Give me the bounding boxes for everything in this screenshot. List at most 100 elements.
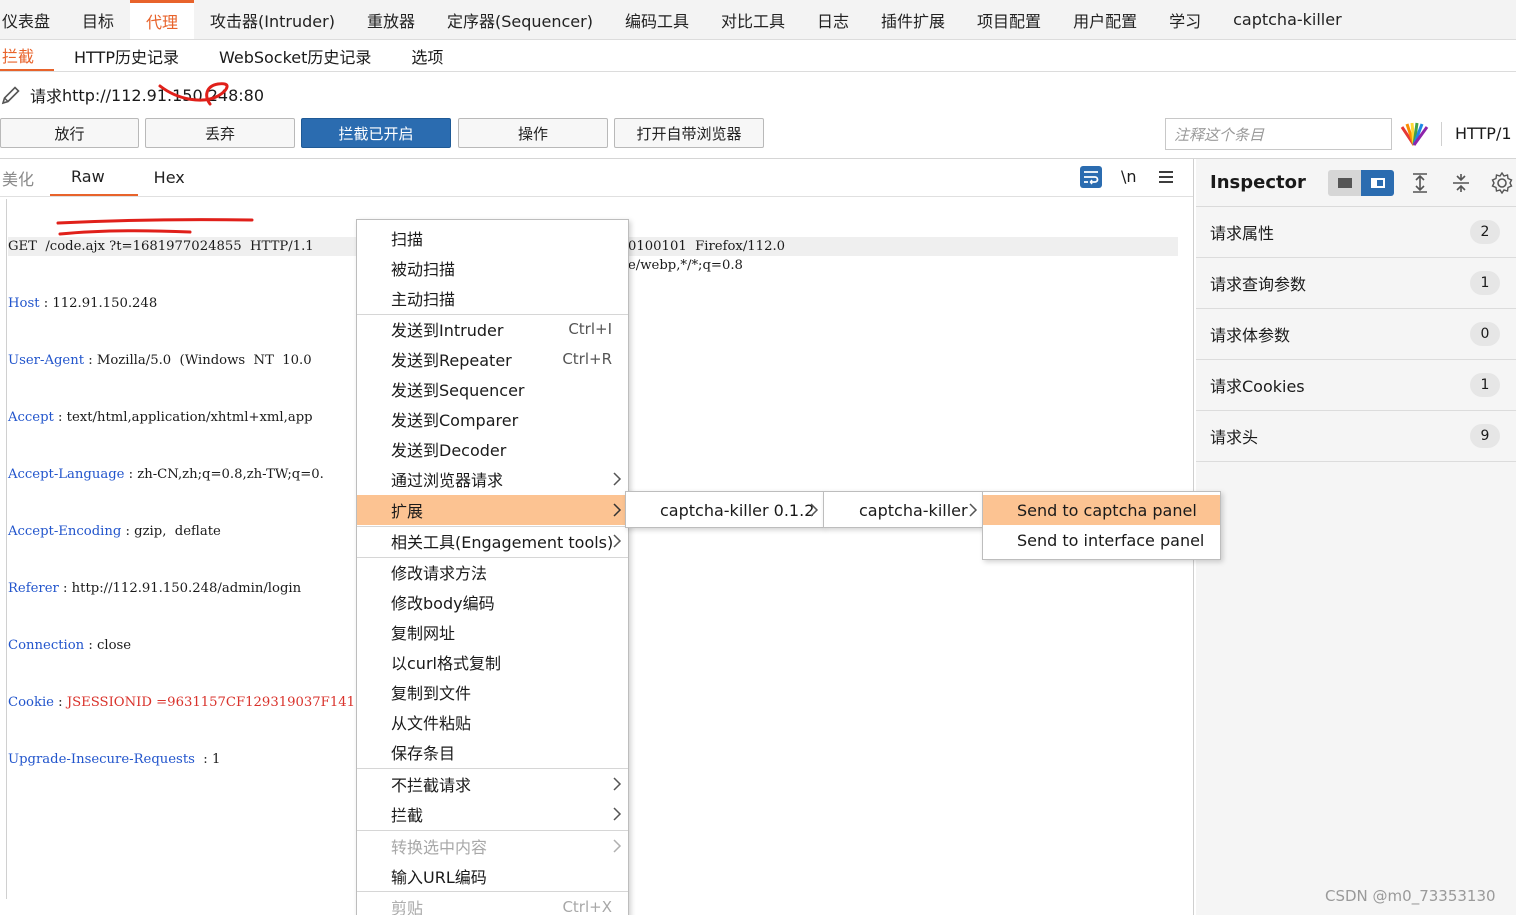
- menu-item-send-to-interface-panel[interactable]: Send to interface panel: [983, 525, 1220, 555]
- drop-button[interactable]: 丢弃: [145, 118, 295, 148]
- gear-icon[interactable]: [1491, 172, 1513, 194]
- menu-item-paste-from-file[interactable]: 从文件粘贴: [357, 707, 628, 737]
- tab-sequencer[interactable]: 定序器(Sequencer): [431, 0, 609, 39]
- raw-overflow-text: 0100101 Firefox/112.0 e/webp,*/*;q=0.8: [628, 239, 786, 273]
- menu-item-send-to-captcha-panel[interactable]: Send to captcha panel: [983, 495, 1220, 525]
- tab-extensions[interactable]: 插件扩展: [865, 0, 961, 39]
- editor-tab-hex[interactable]: Hex: [138, 159, 201, 196]
- expand-all-icon[interactable]: [1410, 172, 1430, 194]
- count-badge: 0: [1470, 322, 1500, 346]
- menu-item-engagement-tools[interactable]: 相关工具(Engagement tools): [357, 526, 628, 556]
- subtab-http-history[interactable]: HTTP历史记录: [54, 40, 199, 71]
- chevron-right-icon: [613, 472, 622, 486]
- inspector-row-cookies[interactable]: 请求Cookies 1: [1196, 360, 1516, 411]
- menu-item-change-body-encoding[interactable]: 修改body编码: [357, 587, 628, 617]
- red-scribble-annotation: [158, 82, 229, 106]
- open-browser-button[interactable]: 打开自带浏览器: [614, 118, 764, 148]
- menu-item-cut[interactable]: 剪贴 Ctrl+X: [357, 892, 628, 915]
- tab-user-options[interactable]: 用户配置: [1057, 0, 1153, 39]
- chevron-right-icon: [969, 503, 978, 517]
- tab-captcha-killer[interactable]: captcha-killer: [1217, 0, 1358, 39]
- menu-item-url-encode-as-typed[interactable]: 输入URL编码: [357, 861, 628, 891]
- captcha-killer-submenu: captcha-killer: [823, 491, 983, 528]
- subtab-options[interactable]: 选项: [391, 40, 463, 71]
- menu-item-request-in-browser[interactable]: 通过浏览器请求: [357, 464, 628, 494]
- action-button[interactable]: 操作: [458, 118, 608, 148]
- tab-decoder[interactable]: 编码工具: [609, 0, 705, 39]
- context-menu: 扫描 被动扫描 主动扫描 发送到Intruder Ctrl+I 发送到Repeat…: [356, 219, 629, 915]
- separator: [1441, 122, 1442, 146]
- intercept-toggle-button[interactable]: 拦截已开启: [301, 118, 451, 148]
- chevron-right-icon: [810, 503, 819, 517]
- subtab-intercept[interactable]: 拦截: [0, 40, 55, 71]
- editor-view-tabs: 美化 Raw Hex: [0, 159, 201, 196]
- red-underline-annotation: [56, 218, 254, 236]
- count-badge: 1: [1470, 271, 1500, 295]
- send-to-panel-submenu: Send to captcha panel Send to interface …: [982, 491, 1221, 560]
- menu-item-passive-scan[interactable]: 被动扫描: [357, 253, 628, 283]
- pencil-icon[interactable]: [0, 84, 22, 106]
- menu-item-send-to-sequencer[interactable]: 发送到Sequencer: [357, 374, 628, 404]
- tab-learn[interactable]: 学习: [1153, 0, 1217, 39]
- menu-item-send-to-intruder[interactable]: 发送到Intruder Ctrl+I: [357, 314, 628, 344]
- tab-logger[interactable]: 日志: [801, 0, 865, 39]
- inspector-row-headers[interactable]: 请求头 9: [1196, 411, 1516, 462]
- menu-item-intercept[interactable]: 拦截: [357, 799, 628, 829]
- tab-dashboard[interactable]: 仪表盘: [0, 0, 66, 39]
- inspector-header: Inspector: [1196, 159, 1516, 207]
- menu-item-save-item[interactable]: 保存条目: [357, 737, 628, 767]
- http-version-label[interactable]: HTTP/1: [1455, 124, 1512, 143]
- proxy-sub-tab-bar: 拦截 HTTP历史记录 WebSocket历史记录 选项: [0, 40, 1516, 72]
- menu-item-extensions[interactable]: 扩展: [357, 495, 628, 525]
- submenu-item-captcha-killer[interactable]: captcha-killer: [824, 495, 982, 525]
- main-tab-bar: 仪表盘 目标 代理 攻击器(Intruder) 重放器 定序器(Sequence…: [0, 0, 1516, 40]
- watermark: CSDN @m0_73353130: [1325, 887, 1496, 905]
- tab-repeater[interactable]: 重放器: [351, 0, 431, 39]
- menu-item-copy-to-file[interactable]: 复制到文件: [357, 677, 628, 707]
- chevron-right-icon: [613, 807, 622, 821]
- chevron-right-icon: [613, 503, 622, 517]
- wrap-lines-icon[interactable]: [1079, 165, 1103, 189]
- annotation-input[interactable]: 注释这个条目: [1165, 118, 1392, 150]
- layout-toggle[interactable]: [1328, 170, 1394, 196]
- request-prefix: 请求: [30, 87, 63, 106]
- menu-icon[interactable]: [1158, 169, 1174, 185]
- submenu-item-captcha-killer-version[interactable]: captcha-killer 0.1.2: [626, 495, 823, 525]
- chevron-right-icon: [613, 534, 622, 548]
- highlight-color-icon[interactable]: [1398, 121, 1430, 147]
- menu-item-send-to-comparer[interactable]: 发送到Comparer: [357, 404, 628, 434]
- inspector-row-query-params[interactable]: 请求查询参数 1: [1196, 258, 1516, 309]
- layout-horizontal-icon[interactable]: [1328, 170, 1361, 196]
- layout-vertical-icon[interactable]: [1361, 170, 1394, 196]
- menu-item-send-to-repeater[interactable]: 发送到Repeater Ctrl+R: [357, 344, 628, 374]
- editor-gutter: [0, 199, 7, 899]
- menu-item-copy-as-curl[interactable]: 以curl格式复制: [357, 647, 628, 677]
- tab-comparer[interactable]: 对比工具: [705, 0, 801, 39]
- shortcut-label: Ctrl+X: [562, 898, 612, 915]
- menu-item-do-not-intercept[interactable]: 不拦截请求: [357, 769, 628, 799]
- shortcut-label: Ctrl+R: [562, 350, 612, 368]
- menu-item-convert-selection[interactable]: 转换选中内容: [357, 831, 628, 861]
- shortcut-label: Ctrl+I: [568, 320, 612, 338]
- menu-item-active-scan[interactable]: 主动扫描: [357, 283, 628, 313]
- tab-proxy[interactable]: 代理: [130, 0, 195, 39]
- count-badge: 9: [1470, 424, 1500, 448]
- chevron-right-icon: [613, 777, 622, 791]
- tab-project-options[interactable]: 项目配置: [961, 0, 1057, 39]
- menu-item-send-to-decoder[interactable]: 发送到Decoder: [357, 434, 628, 464]
- subtab-websocket-history[interactable]: WebSocket历史记录: [199, 40, 391, 71]
- collapse-all-icon[interactable]: [1451, 172, 1471, 194]
- menu-item-copy-url[interactable]: 复制网址: [357, 617, 628, 647]
- editor-tab-pretty[interactable]: 美化: [0, 159, 50, 196]
- forward-button[interactable]: 放行: [0, 118, 139, 148]
- extensions-submenu: captcha-killer 0.1.2: [625, 491, 824, 528]
- inspector-row-request-attributes[interactable]: 请求属性 2: [1196, 207, 1516, 258]
- menu-item-change-method[interactable]: 修改请求方法: [357, 557, 628, 587]
- tab-target[interactable]: 目标: [66, 0, 130, 39]
- tab-intruder[interactable]: 攻击器(Intruder): [194, 0, 351, 39]
- intercept-action-bar: 放行 丢弃 拦截已开启 操作 打开自带浏览器 注释这个条目 HTTP/1: [0, 118, 1516, 150]
- show-newlines-toggle[interactable]: \n: [1121, 167, 1137, 186]
- inspector-row-body-params[interactable]: 请求体参数 0: [1196, 309, 1516, 360]
- menu-item-scan[interactable]: 扫描: [357, 223, 628, 253]
- editor-tab-raw[interactable]: Raw: [50, 159, 138, 196]
